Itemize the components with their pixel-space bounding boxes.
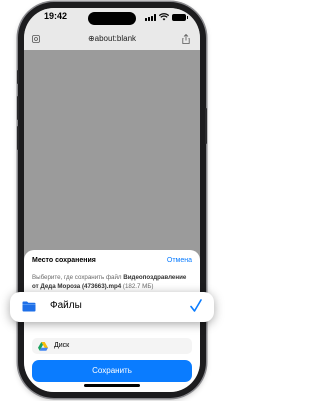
home-indicator [84, 384, 140, 387]
volume-down-button [17, 126, 19, 150]
option-files[interactable]: Файлы [10, 292, 214, 322]
sheet-title: Место сохранения [32, 257, 96, 264]
wifi-icon [159, 13, 169, 21]
status-time: 19:42 [44, 11, 68, 21]
sheet-description: Выберите, где сохранить файл Видеопоздра… [32, 273, 192, 291]
status-bar: 19:42 [24, 8, 200, 30]
volume-up-button [17, 96, 19, 120]
share-icon[interactable] [182, 34, 190, 44]
globe-icon: ⊕ [87, 34, 95, 43]
action-button [17, 70, 19, 84]
option-label: Диск [54, 342, 70, 349]
phone-screen: 19:42 ⊕about:blank Место сохранения Отме… [24, 8, 200, 392]
cancel-button[interactable]: Отмена [167, 257, 192, 264]
status-icons [145, 13, 188, 21]
page-content-dimmed [24, 50, 200, 250]
file-size: (182.7 МБ) [122, 283, 154, 290]
browser-address-bar[interactable]: ⊕about:blank [24, 30, 200, 51]
dynamic-island [88, 12, 136, 25]
url-text: about:blank [94, 34, 137, 43]
power-button [205, 108, 207, 144]
cellular-signal-icon [145, 13, 156, 21]
option-disk[interactable]: Диск [32, 338, 192, 354]
address-field[interactable]: ⊕about:blank [24, 34, 200, 43]
save-button[interactable]: Сохранить [32, 360, 192, 382]
description-prefix: Выберите, где сохранить файл [32, 274, 124, 281]
option-label: Файлы [50, 300, 82, 311]
folder-icon [22, 301, 36, 312]
checkmark-icon [190, 299, 202, 312]
google-drive-icon [38, 342, 48, 351]
battery-icon [172, 13, 188, 21]
